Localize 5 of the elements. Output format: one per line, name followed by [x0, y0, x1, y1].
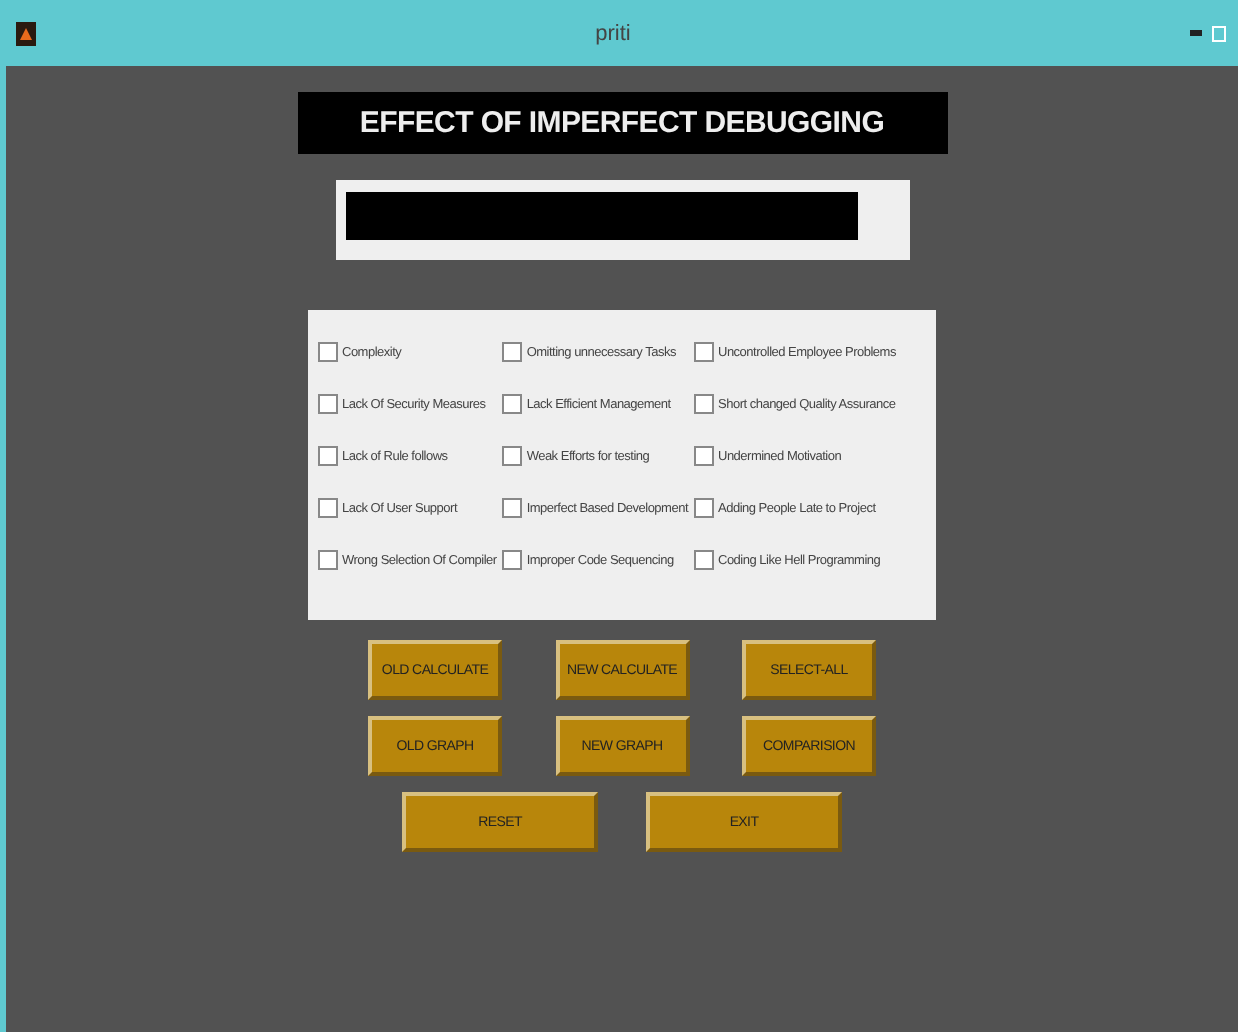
heading: EFFECT OF IMPERFECT DEBUGGING: [297, 92, 947, 154]
minimize-icon[interactable]: [1190, 30, 1202, 36]
maximize-icon[interactable]: [1212, 25, 1226, 41]
window-title: priti: [593, 21, 633, 45]
app-icon: [16, 21, 36, 45]
